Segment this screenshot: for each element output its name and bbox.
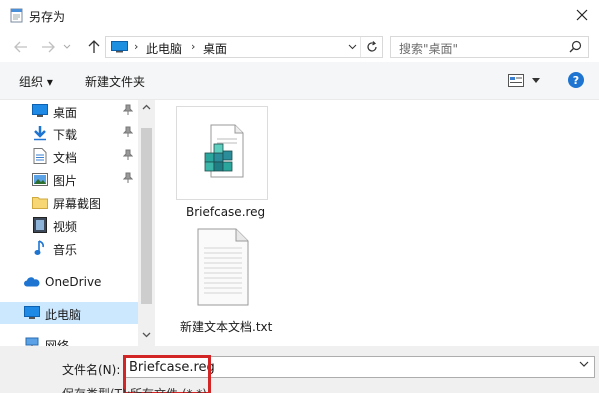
music-icon [32, 240, 48, 256]
arrow-up-icon [88, 40, 100, 53]
refresh-button[interactable] [360, 37, 382, 57]
folder-icon [32, 194, 48, 210]
text-file-icon [197, 228, 249, 306]
chevron-down-icon [63, 44, 71, 49]
breadcrumb-desktop[interactable]: 桌面 [203, 40, 227, 57]
view-options-icon[interactable] [508, 74, 524, 87]
navigation-scrollbar[interactable] [138, 100, 155, 346]
address-dropdown[interactable] [344, 37, 360, 57]
desktop-icon [32, 103, 48, 119]
sidebar-item-screenshots[interactable]: 屏幕截图 [0, 191, 138, 213]
search-placeholder: 搜索"桌面" [399, 42, 459, 56]
new-folder-button[interactable]: 新建文件夹 [85, 73, 145, 90]
sidebar-item-label: 此电脑 [45, 308, 82, 322]
network-icon [24, 336, 40, 346]
breadcrumb-separator: › [191, 40, 196, 53]
save-type-label: 保存类型(T): [62, 385, 131, 393]
address-bar[interactable]: › 此电脑 › 桌面 [105, 36, 383, 58]
window-title: 另存为 [29, 10, 66, 24]
arrow-left-icon [14, 41, 27, 53]
command-bar: 组织 ▾ 新建文件夹 ? [0, 62, 599, 100]
search-input[interactable]: 搜索"桌面" [390, 36, 589, 58]
organize-button[interactable]: 组织 ▾ [19, 73, 53, 90]
sidebar-item-network[interactable]: 网络 [0, 333, 138, 346]
this-pc-icon [24, 305, 40, 321]
save-options-panel: 文件名(N): Briefcase.reg 保存类型(T): 所有文件 (*.*… [0, 346, 599, 393]
file-name: 新建文本文档.txt [180, 320, 273, 334]
save-type-value[interactable]: 所有文件 (*.*) [130, 385, 207, 393]
file-thumbnail [176, 106, 268, 200]
sidebar-item-onedrive[interactable]: OneDrive [0, 271, 138, 293]
close-button[interactable] [566, 1, 598, 29]
breadcrumb-this-pc[interactable]: 此电脑 [146, 40, 182, 57]
file-name: Briefcase.reg [186, 205, 266, 219]
sidebar-item-label: 桌面 [53, 106, 78, 120]
pin-icon[interactable] [123, 126, 133, 138]
navigation-pane: 桌面 下载 文档 图片 屏幕截图 视频 音乐 OneDrive 此电脑 网络 [0, 100, 156, 346]
view-dropdown-icon[interactable] [532, 78, 540, 83]
sidebar-item-downloads[interactable]: 下载 [0, 122, 138, 144]
search-icon [569, 40, 582, 53]
sidebar-item-label: 音乐 [53, 243, 78, 257]
chevron-down-icon[interactable] [579, 361, 589, 368]
close-icon [576, 9, 588, 21]
sidebar-item-pictures[interactable]: 图片 [0, 168, 138, 190]
sidebar-item-documents[interactable]: 文档 [0, 145, 138, 167]
sidebar-item-desktop[interactable]: 桌面 [0, 100, 138, 122]
sidebar-item-label: 文档 [53, 151, 78, 165]
arrow-right-icon [42, 41, 55, 53]
sidebar-item-label: 视频 [53, 220, 78, 234]
pin-icon[interactable] [123, 172, 133, 184]
sidebar-item-label: 下载 [53, 128, 78, 142]
refresh-icon [366, 41, 377, 52]
pin-icon[interactable] [123, 149, 133, 161]
up-button[interactable] [84, 37, 104, 57]
video-icon [32, 217, 48, 233]
document-icon [32, 148, 48, 164]
forward-button[interactable] [38, 37, 58, 57]
sidebar-item-label: 屏幕截图 [53, 197, 102, 211]
file-list: Briefcase.reg 新建文本文档.txt [156, 100, 599, 346]
notepad-icon [10, 8, 23, 23]
sidebar-item-label: OneDrive [45, 275, 102, 289]
sidebar-item-label: 网络 [45, 339, 70, 346]
pin-icon[interactable] [123, 104, 133, 116]
address-row: › 此电脑 › 桌面 搜索"桌面" [0, 32, 599, 62]
chevron-down-icon [348, 44, 356, 50]
scrollbar-thumb[interactable] [141, 128, 152, 304]
this-pc-icon [111, 41, 128, 53]
sidebar-item-music[interactable]: 音乐 [0, 237, 138, 259]
filename-label: 文件名(N): [62, 363, 121, 377]
back-button[interactable] [11, 37, 31, 57]
picture-icon [32, 171, 48, 187]
download-icon [32, 125, 48, 141]
sidebar-item-this-pc[interactable]: 此电脑 [0, 302, 138, 324]
scroll-up-icon[interactable] [142, 104, 151, 110]
title-bar: 另存为 [0, 0, 599, 32]
registry-file-icon [204, 124, 244, 178]
breadcrumb-separator: › [134, 40, 139, 53]
help-button[interactable]: ? [568, 72, 584, 88]
sidebar-item-videos[interactable]: 视频 [0, 214, 138, 236]
recent-locations-button[interactable] [60, 37, 74, 57]
sidebar-item-label: 图片 [53, 174, 78, 188]
cloud-icon [24, 274, 40, 290]
scroll-down-icon[interactable] [142, 332, 151, 338]
